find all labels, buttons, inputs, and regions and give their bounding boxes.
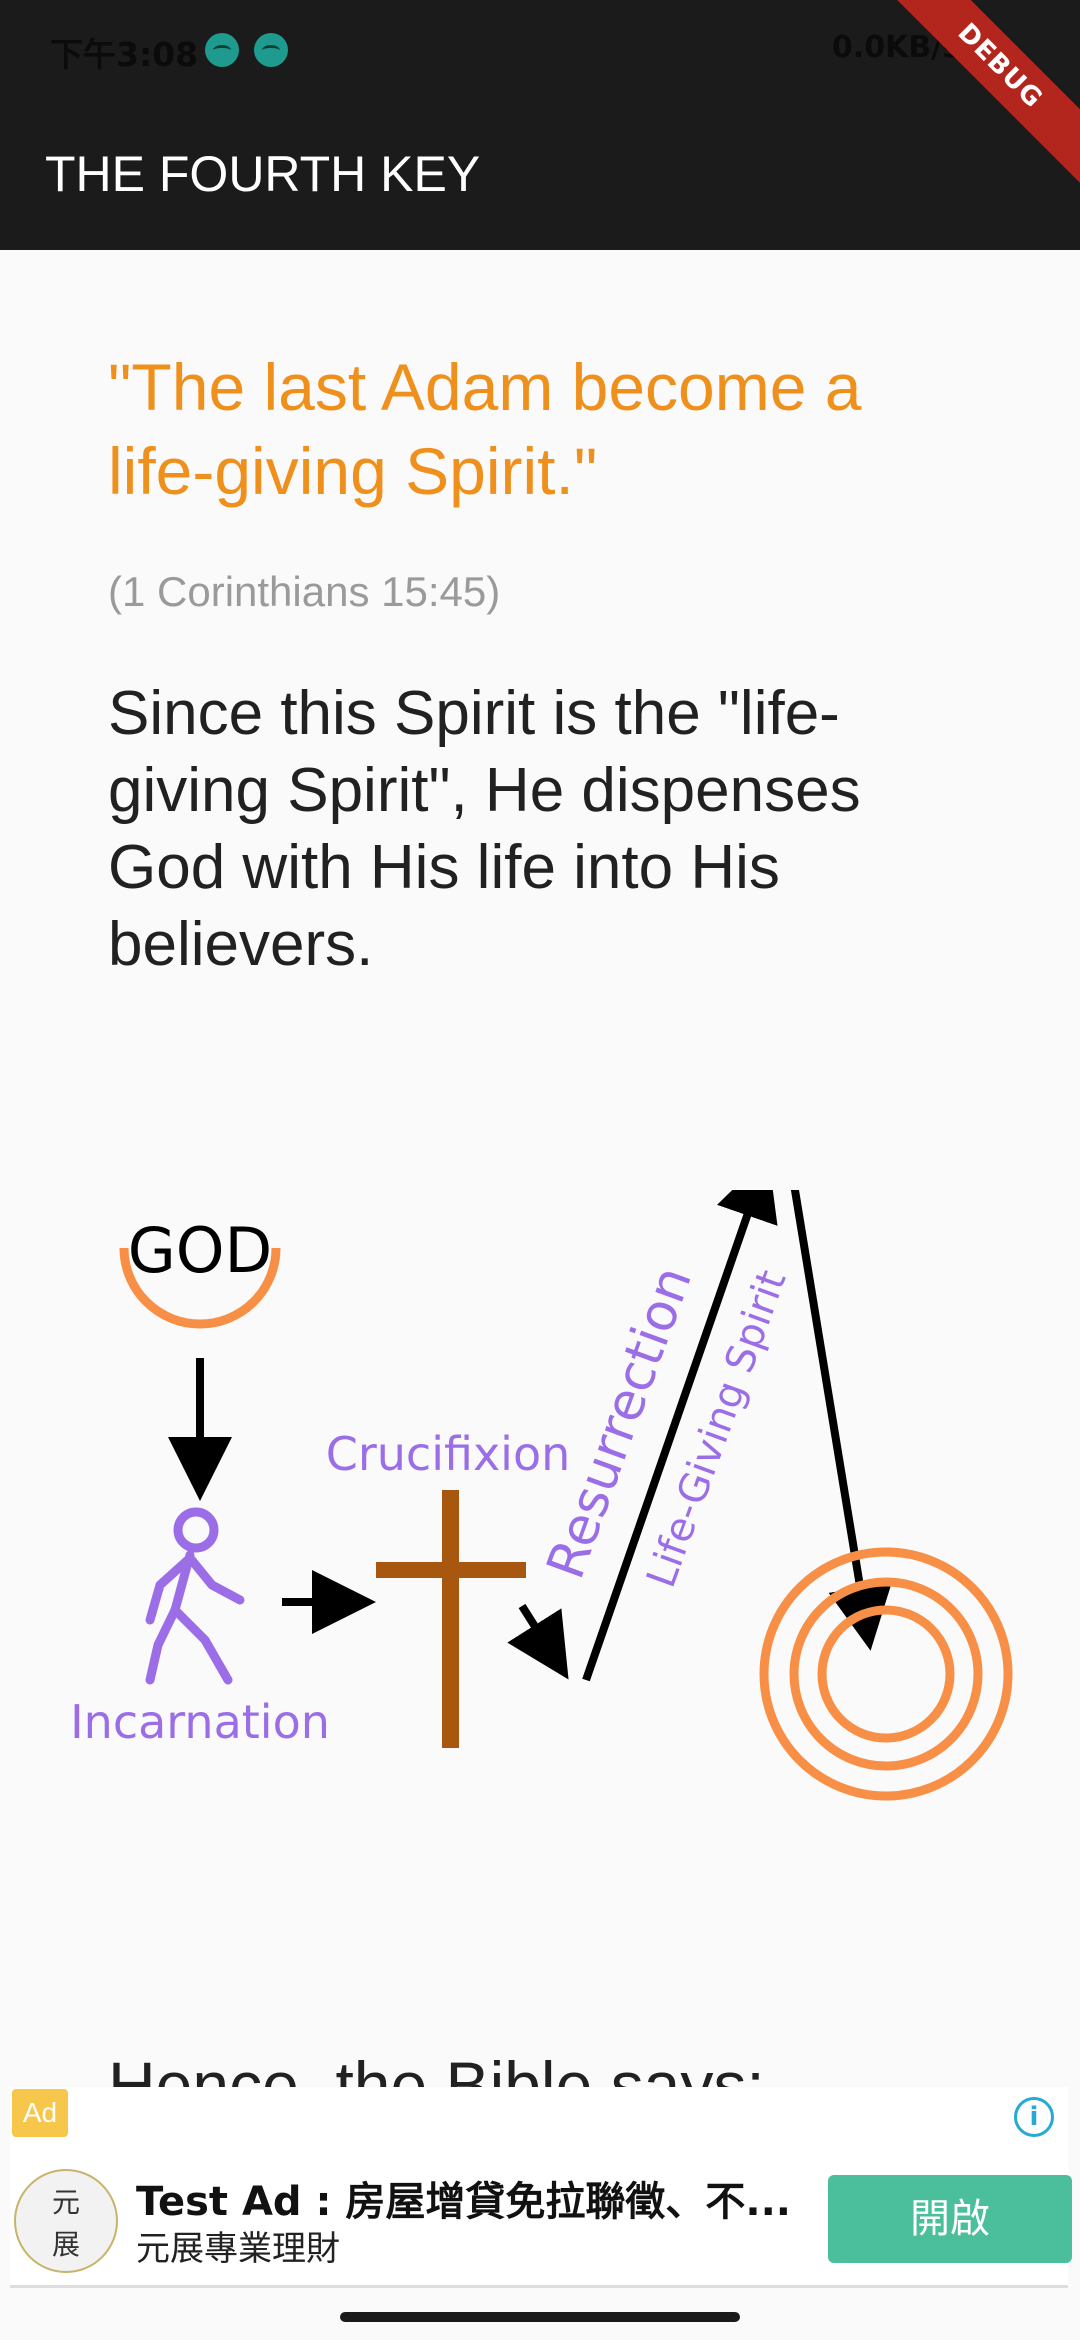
scripture-quote: "The last Adam become a life-giving Spir… bbox=[108, 350, 862, 508]
crucifixion-label: Crucifixion bbox=[326, 1427, 571, 1481]
cross-icon bbox=[376, 1490, 526, 1748]
ad-subtitle: 元展專業理財 bbox=[136, 2229, 340, 2269]
scripture-reference: (1 Corinthians 15:45) bbox=[108, 568, 501, 615]
ad-banner[interactable]: Ad i 元 展 Test Ad : 房屋增貸免拉聯徵、不... 元展專業理財 … bbox=[10, 2087, 1072, 2288]
ad-title[interactable]: Test Ad : 房屋增貸免拉聯徵、不... bbox=[136, 2169, 816, 2227]
advertiser-logo: 元 展 bbox=[14, 2169, 118, 2273]
status-time: 下午3:08 bbox=[50, 35, 199, 74]
logo-char-bottom: 展 bbox=[51, 2228, 80, 2261]
person-icon bbox=[145, 1507, 245, 1685]
god-label: GOD bbox=[128, 1214, 273, 1287]
next-paragraph: Hence, the Bible says: bbox=[108, 2048, 765, 2090]
home-indicator[interactable] bbox=[340, 2312, 740, 2322]
incarnation-label: Incarnation bbox=[70, 1695, 330, 1749]
ad-badge: Ad bbox=[12, 2089, 68, 2137]
page-title: THE FOURTH KEY bbox=[45, 146, 481, 202]
ad-open-button[interactable]: 開啟 bbox=[828, 2175, 1072, 2263]
target-icon bbox=[759, 1547, 1013, 1801]
logo-char-top: 元 bbox=[51, 2186, 80, 2219]
main-content[interactable]: "The last Adam become a life-giving Spir… bbox=[0, 250, 1080, 2090]
notification-icon bbox=[205, 33, 239, 67]
app-header: 下午3:08 0.0KB/s DEBUG THE FOURTH KEY bbox=[0, 0, 1080, 250]
notification-icon bbox=[254, 33, 288, 67]
arrow-death bbox=[507, 1603, 569, 1680]
info-icon[interactable]: i bbox=[1014, 2097, 1054, 2137]
body-paragraph: Since this Spirit is the "life-giving Sp… bbox=[108, 679, 861, 979]
spirit-diagram: GOD Incarnation Crucifixion Resurrection… bbox=[70, 1190, 1013, 1801]
